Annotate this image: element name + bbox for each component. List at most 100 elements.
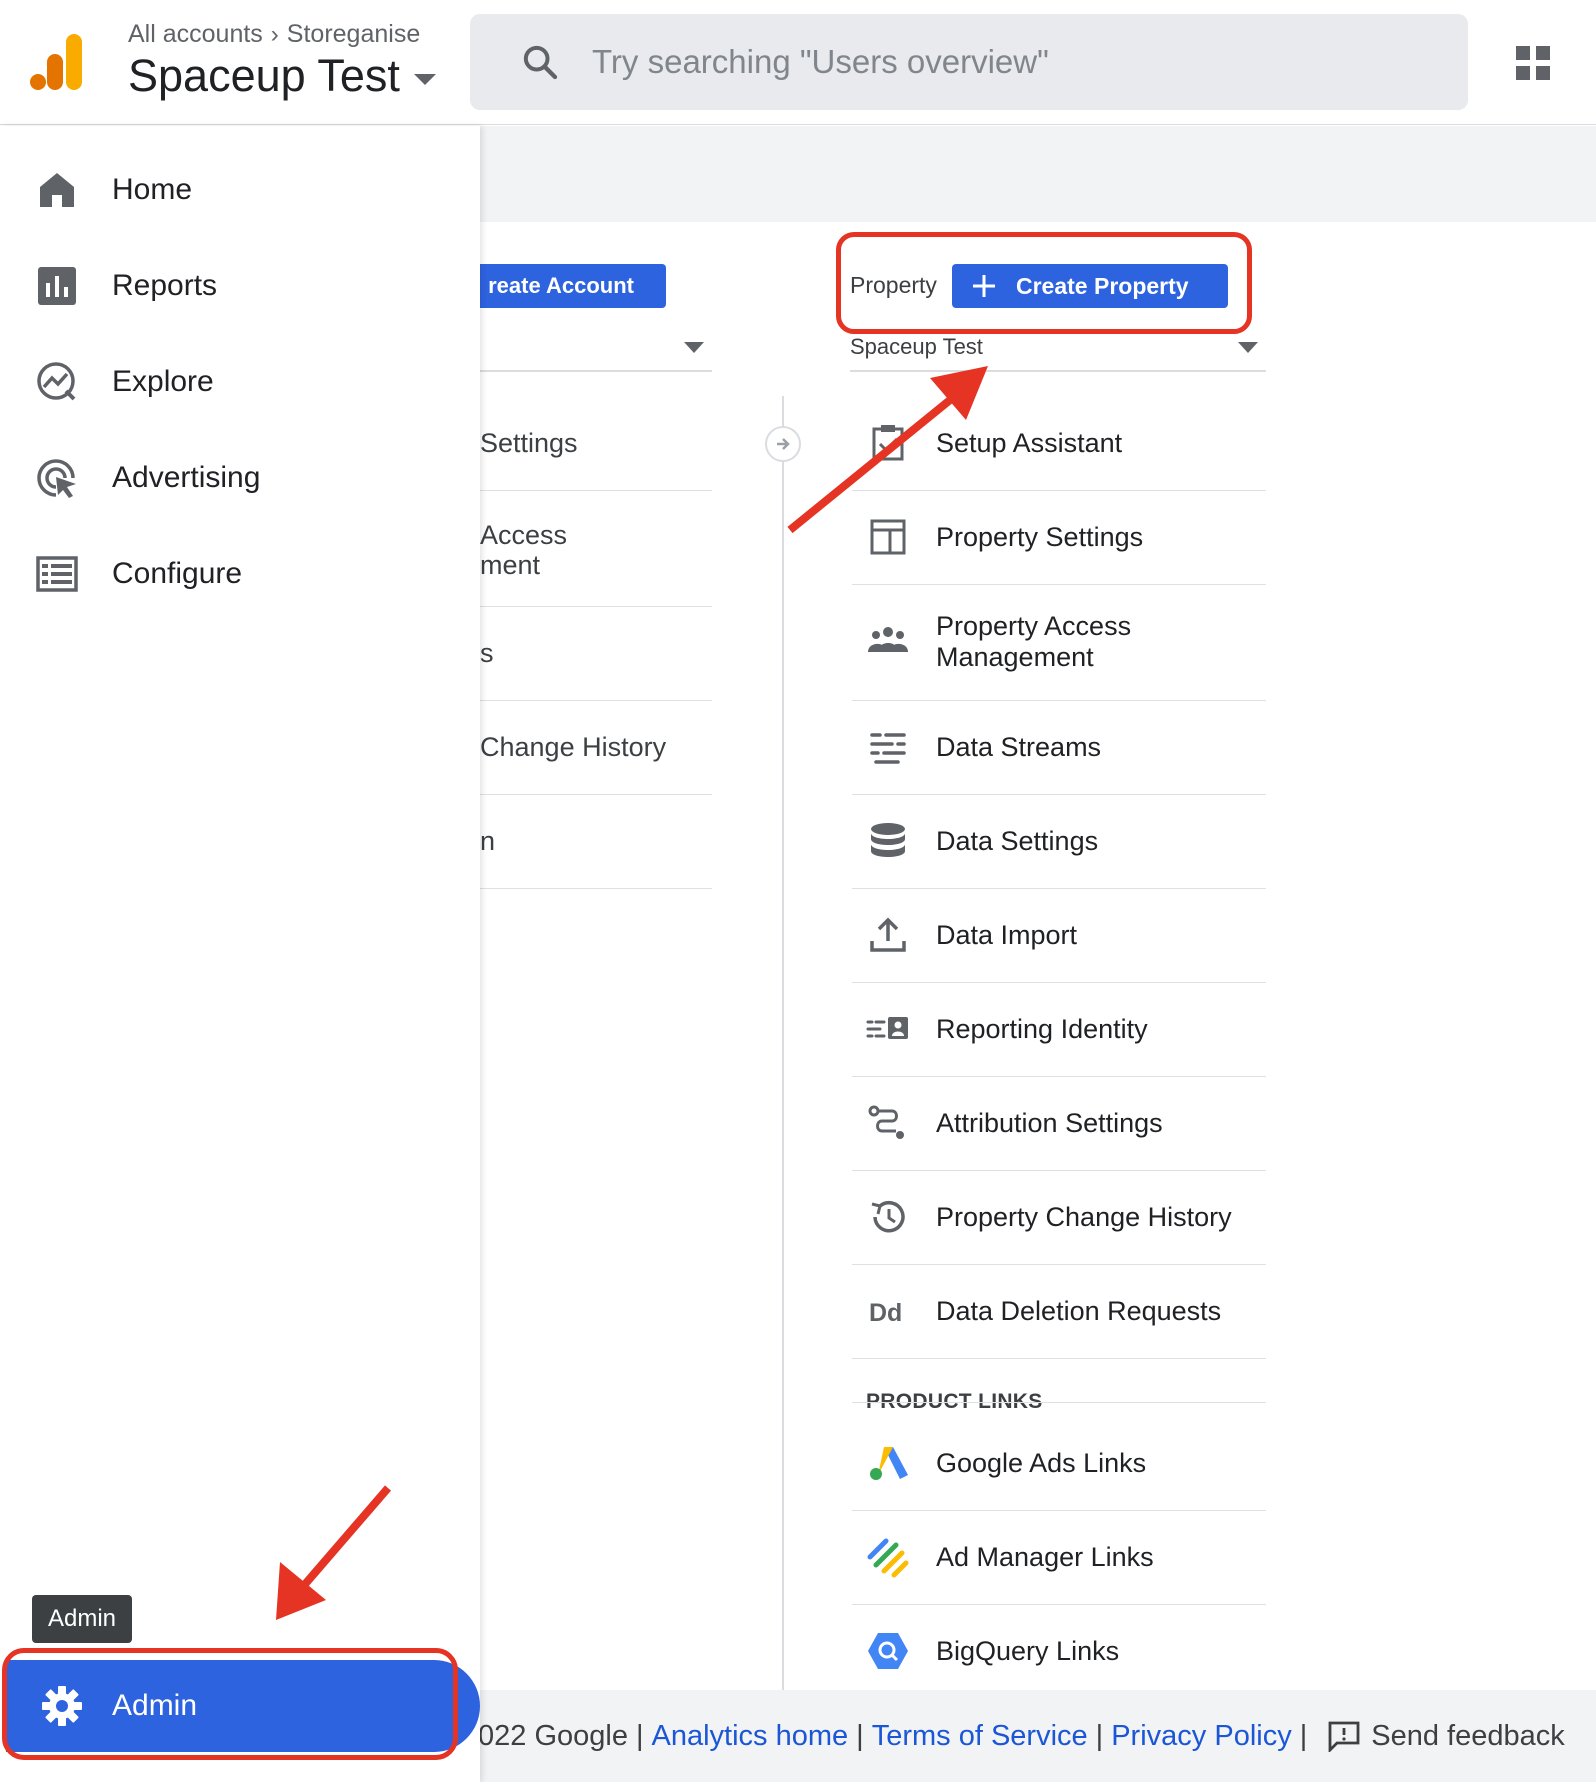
nav-item-reports[interactable]: Reports [0,246,480,326]
terms-of-service-link[interactable]: Terms of Service [872,1720,1088,1753]
caret-down-icon [1238,342,1258,353]
nav-item-home[interactable]: Home [0,150,480,230]
data-import-label: Data Import [936,919,1078,950]
account-item-label: s [480,638,494,668]
account-item-label: n [480,826,496,856]
divider [480,606,712,607]
data-streams-item[interactable]: Data Streams [852,700,1266,794]
copyright-text: 022 Google [478,1719,628,1752]
property-select[interactable]: Spaceup Test [850,334,1266,372]
divider [480,490,712,491]
google-ads-links-label: Google Ads Links [936,1447,1147,1478]
ad-manager-icon [867,1538,909,1578]
nav-item-label: Reports [112,269,218,302]
property-access-management-label: Property Access Management [936,611,1132,672]
annotation-box-create-property [836,232,1252,334]
arrow-right-icon [765,426,801,462]
caret-down-icon [413,73,436,85]
separator: | [635,1719,644,1752]
column-divider [782,396,784,1690]
breadcrumb-account[interactable]: Storeganise [287,20,420,49]
account-select[interactable] [480,370,712,372]
search-bar[interactable] [470,14,1468,110]
create-account-label: reate Account [488,273,634,298]
account-item-label: Change History [480,732,667,762]
data-settings-item[interactable]: Data Settings [852,794,1266,888]
account-change-history-item[interactable]: Change History [480,732,712,762]
data-streams-label: Data Streams [936,731,1102,762]
account-item[interactable]: n [480,826,712,856]
separator: | [1299,1719,1308,1752]
clipboard-check-icon [872,425,904,461]
account-access-management-item[interactable]: Access ment [480,520,712,580]
apps-grid-icon[interactable] [1516,46,1550,80]
search-input[interactable] [592,43,1412,81]
property-access-management-item[interactable]: Property Access Management [852,584,1266,700]
advertising-icon [37,459,76,498]
caret-down-icon [684,342,704,353]
home-icon [40,173,74,207]
attribution-settings-label: Attribution Settings [936,1107,1163,1138]
reporting-identity-item[interactable]: Reporting Identity [852,982,1266,1076]
privacy-policy-link[interactable]: Privacy Policy [1111,1720,1292,1753]
account-item-label: ment [480,550,541,580]
setup-assistant-label: Setup Assistant [936,427,1123,458]
annotation-box-admin [2,1648,458,1760]
account-item-label: Settings [480,428,578,458]
property-change-history-label: Property Change History [936,1201,1232,1232]
reporting-identity-icon [866,1017,908,1039]
attribution-settings-item[interactable]: Attribution Settings [852,1076,1266,1170]
property-picker[interactable]: Spaceup Test [128,50,436,102]
property-select-value: Spaceup Test [850,334,983,359]
google-ads-links-item[interactable]: Google Ads Links [852,1416,1266,1510]
nav-item-explore[interactable]: Explore [0,342,480,422]
bigquery-links-item[interactable]: BigQuery Links [852,1604,1266,1698]
nav-item-configure[interactable]: Configure [0,534,480,614]
account-item-label: Access [480,520,568,550]
property-change-history-item[interactable]: Property Change History [852,1170,1266,1264]
send-feedback-button[interactable]: Send feedback [1327,1719,1565,1753]
property-title: Spaceup Test [128,50,400,101]
setup-assistant-item[interactable]: Setup Assistant [852,396,1266,490]
divider [480,888,712,889]
nav-item-label: Configure [112,557,243,590]
chevron-right-icon: › [270,20,279,48]
account-item[interactable]: s [480,638,712,668]
explore-icon [37,362,76,401]
svg-text:Dd: Dd [869,1299,902,1327]
property-settings-item[interactable]: Property Settings [852,490,1266,584]
nav-item-label: Advertising [112,461,261,494]
data-deletion-requests-label: Data Deletion Requests [936,1295,1222,1326]
breadcrumb: All accounts › Storeganise [128,20,420,49]
data-streams-icon [870,733,906,764]
bar-chart-icon [38,267,76,305]
breadcrumb-all-accounts[interactable]: All accounts [128,20,263,49]
bigquery-icon [868,1633,908,1669]
data-deletion-icon: Dd [869,1299,902,1327]
separator: | [856,1719,864,1752]
top-app-bar: All accounts › Storeganise Spaceup Test [0,0,1596,125]
ad-manager-links-item[interactable]: Ad Manager Links [852,1510,1266,1604]
send-feedback-label: Send feedback [1371,1719,1565,1752]
bigquery-links-label: BigQuery Links [936,1635,1120,1666]
divider [480,794,712,795]
upload-icon [870,917,906,952]
analytics-logo-icon[interactable] [30,32,86,92]
data-settings-label: Data Settings [936,825,1099,856]
divider [852,1358,1266,1359]
history-icon [871,1200,905,1233]
nav-item-advertising[interactable]: Advertising [0,438,480,518]
attribution-icon [868,1105,904,1139]
divider [852,1402,1266,1403]
property-settings-icon [870,519,906,555]
account-settings-item[interactable]: Settings [480,428,712,458]
database-icon [871,823,905,857]
google-ads-icon [870,1447,908,1480]
list-icon [36,556,78,592]
analytics-home-link[interactable]: Analytics home [652,1720,849,1753]
data-deletion-requests-item[interactable]: Dd Data Deletion Requests [852,1264,1266,1358]
data-import-item[interactable]: Data Import [852,888,1266,982]
left-navigation: Home Reports Explore Advertising Configu… [0,126,480,1782]
property-settings-label: Property Settings [936,521,1144,552]
separator: | [1095,1719,1104,1752]
